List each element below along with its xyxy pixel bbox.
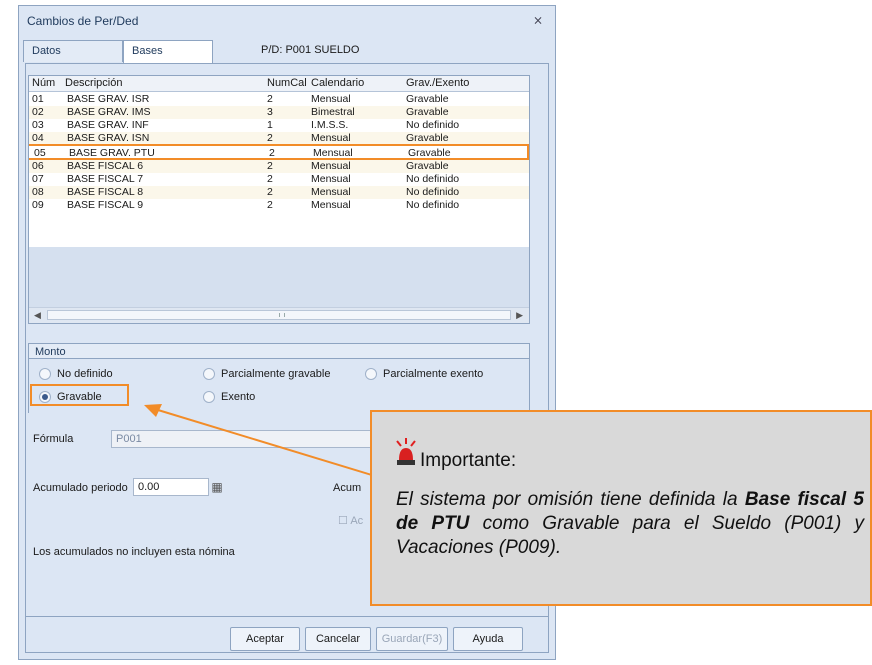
alarm-light-icon <box>396 438 416 465</box>
arrow-line <box>157 409 399 484</box>
callout-body: El sistema por omisión tiene definida la… <box>396 488 864 560</box>
callout-title: Importante: <box>420 450 517 471</box>
callout-box: Importante: El sistema por omisión tiene… <box>370 410 872 606</box>
callout-text-1: El sistema por omisión tiene definida la <box>396 489 745 510</box>
